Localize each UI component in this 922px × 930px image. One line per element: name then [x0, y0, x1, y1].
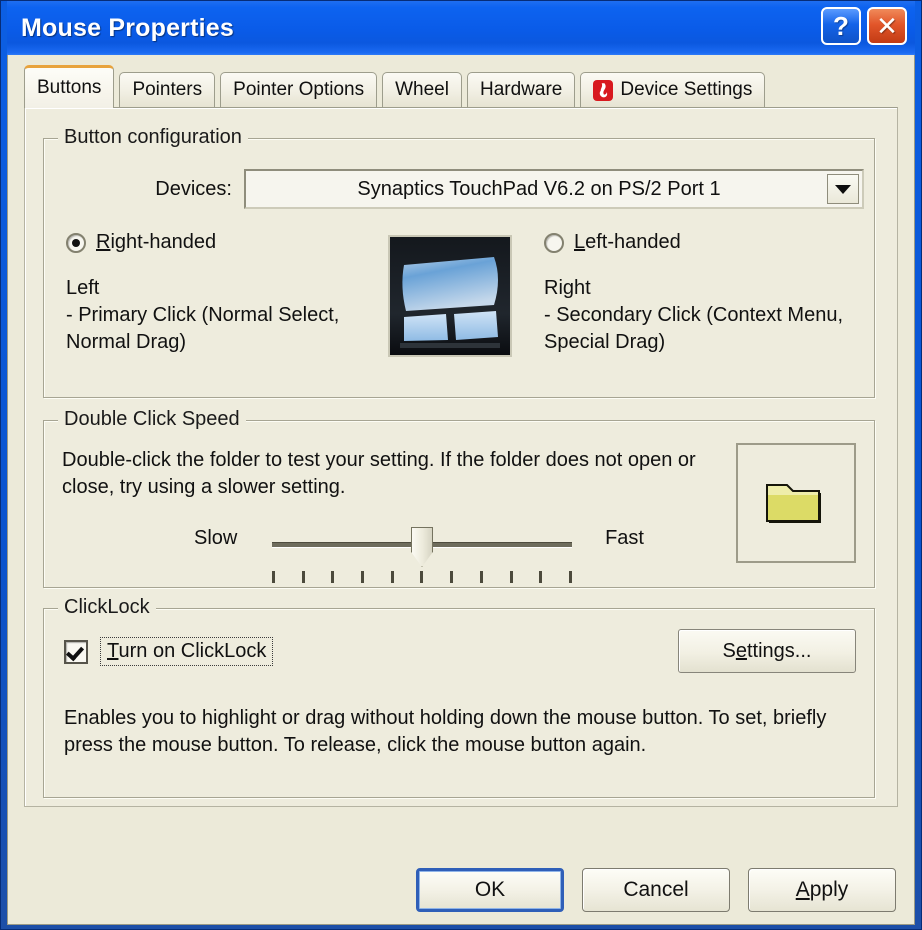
radio-right-handed-indicator[interactable]: [66, 232, 86, 253]
right-handed-description: Left - Primary Click (Normal Select, Nor…: [66, 275, 396, 356]
slider-ticks: [272, 571, 572, 583]
synaptics-flame-icon: [593, 79, 614, 101]
double-click-test-area[interactable]: [736, 443, 856, 563]
ok-button[interactable]: OK: [416, 868, 564, 912]
tab-hardware[interactable]: Hardware: [466, 72, 576, 107]
clicklock-description: Enables you to highlight or drag without…: [64, 707, 827, 756]
tab-hardware-label: Hardware: [479, 79, 563, 100]
tab-buttons[interactable]: Buttons: [24, 65, 115, 108]
tab-wheel-label: Wheel: [395, 79, 449, 100]
tab-page-buttons: Button configuration Devices: Synaptics …: [24, 107, 898, 807]
tab-pointer-options-label: Pointer Options: [233, 79, 365, 100]
double-click-description: Double-click the folder to test your set…: [62, 449, 696, 498]
clicklock-settings-button[interactable]: Settings...: [678, 629, 856, 673]
double-click-speed-slider[interactable]: Slow Fast: [194, 527, 644, 583]
clicklock-settings-label: Settings...: [722, 639, 812, 662]
close-button[interactable]: ✕: [867, 7, 907, 45]
group-button-configuration: Button configuration Devices: Synaptics …: [43, 126, 875, 398]
ok-button-label: OK: [474, 878, 506, 901]
tab-pointer-options[interactable]: Pointer Options: [220, 72, 378, 107]
radio-right-handed-label: Right-handed: [96, 231, 217, 253]
title-bar[interactable]: Mouse Properties ? ✕: [7, 1, 915, 55]
devices-selected-value: Synaptics TouchPad V6.2 on PS/2 Port 1: [357, 177, 721, 200]
close-icon: ✕: [876, 11, 898, 41]
left-handed-description-text: - Secondary Click (Context Menu, Special…: [544, 304, 844, 353]
slider-thumb[interactable]: [411, 527, 433, 567]
clicklock-checkbox-row[interactable]: Turn on ClickLock: [64, 637, 274, 666]
group-double-click-speed: Double Click Speed Double-click the fold…: [43, 408, 875, 588]
clicklock-checkbox-label: Turn on ClickLock: [100, 637, 274, 666]
question-mark-icon: ?: [833, 11, 849, 41]
radio-left-handed[interactable]: Left-handed: [544, 231, 681, 254]
group-clicklock: ClickLock Turn on ClickLock Settings... …: [43, 596, 875, 798]
tab-strip: Buttons Pointers Pointer Options Wheel H…: [24, 65, 914, 108]
help-button[interactable]: ?: [821, 7, 861, 45]
group-clicklock-title: ClickLock: [58, 596, 156, 619]
folder-icon: [766, 484, 821, 523]
right-handed-description-text: - Primary Click (Normal Select, Normal D…: [66, 304, 340, 353]
radio-left-handed-label: Left-handed: [574, 231, 681, 253]
dialog-footer: OK Cancel Apply: [416, 868, 896, 912]
apply-button-label: Apply: [795, 878, 849, 901]
slider-max-label: Fast: [605, 527, 644, 549]
devices-combobox[interactable]: Synaptics TouchPad V6.2 on PS/2 Port 1: [244, 169, 864, 209]
radio-left-handed-indicator[interactable]: [544, 232, 564, 253]
left-handed-description: Right - Secondary Click (Context Menu, S…: [544, 275, 874, 356]
group-double-click-speed-title: Double Click Speed: [58, 408, 246, 431]
slider-min-label: Slow: [194, 527, 238, 549]
tab-device-settings-label: Device Settings: [620, 79, 753, 100]
tab-wheel[interactable]: Wheel: [382, 72, 462, 107]
cancel-button[interactable]: Cancel: [582, 868, 730, 912]
dialog-body: Buttons Pointers Pointer Options Wheel H…: [7, 55, 915, 925]
tab-pointers-label: Pointers: [132, 79, 203, 100]
apply-button[interactable]: Apply: [748, 868, 896, 912]
touchpad-illustration: [388, 235, 512, 357]
tab-device-settings[interactable]: Device Settings: [580, 72, 766, 107]
tab-pointers[interactable]: Pointers: [119, 72, 216, 107]
window-title: Mouse Properties: [21, 13, 234, 42]
title-bar-buttons: ? ✕: [821, 7, 907, 45]
touchpad-image: [390, 237, 510, 355]
group-button-configuration-title: Button configuration: [58, 126, 248, 149]
radio-right-handed[interactable]: Right-handed: [66, 231, 216, 254]
tab-buttons-label: Buttons: [37, 77, 102, 98]
right-handed-description-title: Left: [66, 277, 100, 299]
cancel-button-label: Cancel: [623, 878, 689, 901]
devices-row: Devices: Synaptics TouchPad V6.2 on PS/2…: [44, 169, 874, 209]
mouse-properties-window: Mouse Properties ? ✕ Buttons Pointers Po…: [0, 0, 922, 930]
left-handed-description-title: Right: [544, 277, 591, 299]
devices-label: Devices:: [155, 177, 232, 200]
chevron-down-icon[interactable]: [827, 174, 859, 204]
clicklock-checkbox[interactable]: [64, 639, 88, 664]
